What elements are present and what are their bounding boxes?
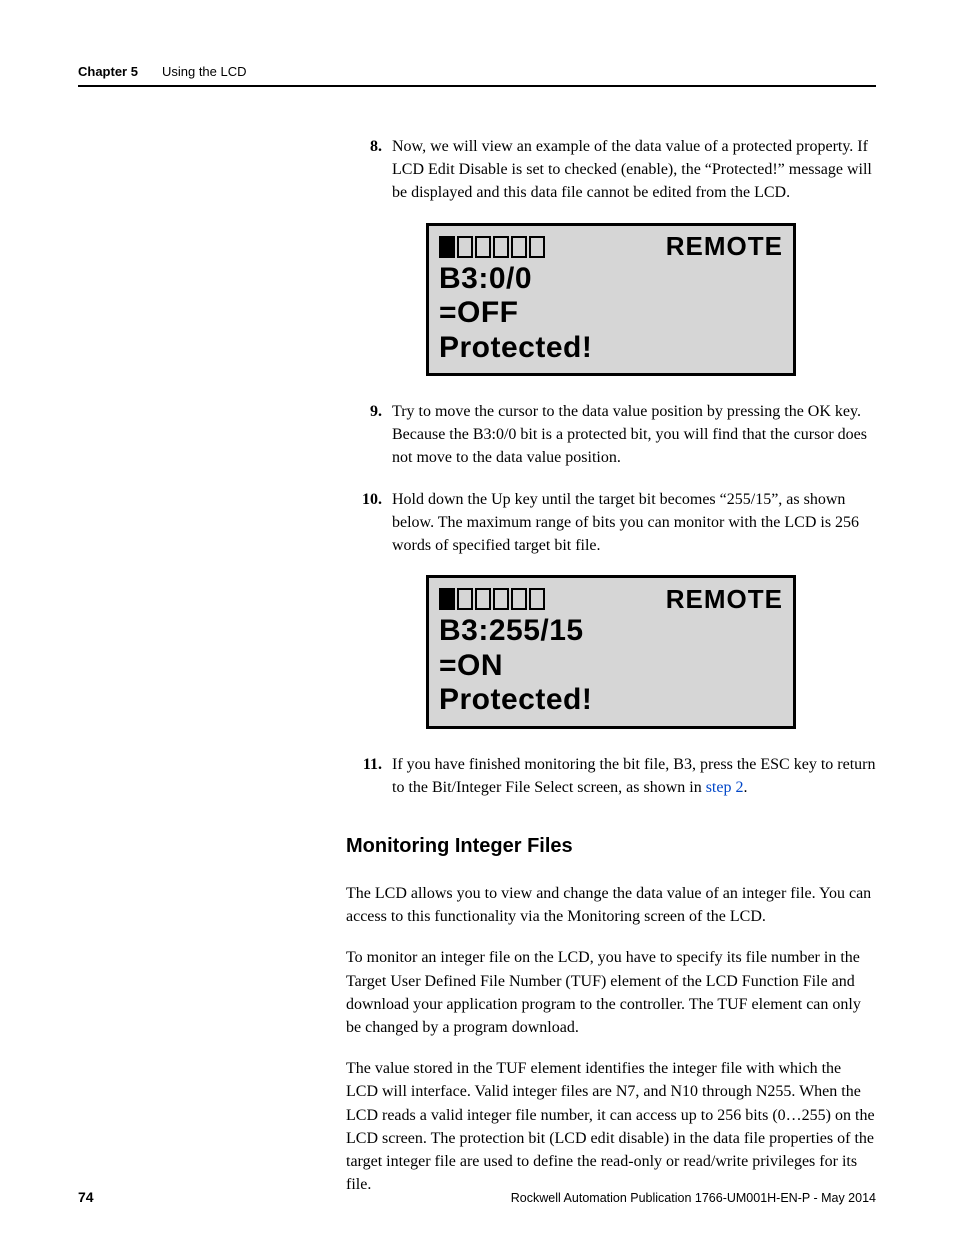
step-link[interactable]: step 2 — [706, 779, 744, 796]
battery-icon — [439, 588, 545, 610]
lcd-line-address: B3:255/15 — [439, 614, 783, 649]
battery-cell — [475, 588, 491, 610]
battery-cell — [511, 588, 527, 610]
step-list: 11. If you have finished monitoring the … — [346, 753, 876, 799]
battery-cell — [493, 236, 509, 258]
page-number: 74 — [78, 1189, 94, 1205]
battery-cell-filled — [439, 236, 455, 258]
body-paragraph: To monitor an integer file on the LCD, y… — [346, 946, 876, 1039]
battery-cell — [529, 236, 545, 258]
battery-icon — [439, 236, 545, 258]
running-header: Chapter 5 Using the LCD — [78, 64, 876, 87]
lcd-display: REMOTE B3:255/15 =ON Protected! — [426, 575, 796, 729]
battery-cell — [475, 236, 491, 258]
step-10: 10. Hold down the Up key until the targe… — [346, 488, 876, 558]
lcd-screenshot-2: REMOTE B3:255/15 =ON Protected! — [346, 575, 876, 729]
step-text: If you have finished monitoring the bit … — [392, 756, 875, 796]
step-8: 8. Now, we will view an example of the d… — [346, 135, 876, 205]
battery-cell-filled — [439, 588, 455, 610]
lcd-screenshot-1: REMOTE B3:0/0 =OFF Protected! — [346, 223, 876, 377]
body-paragraph: The value stored in the TUF element iden… — [346, 1057, 876, 1196]
step-text: Try to move the cursor to the data value… — [392, 403, 867, 466]
battery-cell — [457, 236, 473, 258]
lcd-line-status: Protected! — [439, 331, 783, 366]
page: Chapter 5 Using the LCD 8. Now, we will … — [0, 0, 954, 1235]
battery-cell — [457, 588, 473, 610]
main-column: 8. Now, we will view an example of the d… — [346, 135, 876, 1196]
chapter-label: Chapter 5 — [78, 64, 138, 79]
step-11: 11. If you have finished monitoring the … — [346, 753, 876, 799]
step-list: 9. Try to move the cursor to the data va… — [346, 400, 876, 557]
lcd-line-value: =ON — [439, 649, 783, 684]
lcd-line-address: B3:0/0 — [439, 262, 783, 297]
battery-cell — [511, 236, 527, 258]
step-list: 8. Now, we will view an example of the d… — [346, 135, 876, 205]
lcd-mode: REMOTE — [666, 584, 783, 615]
lcd-line-status: Protected! — [439, 683, 783, 718]
step-9: 9. Try to move the cursor to the data va… — [346, 400, 876, 470]
lcd-mode: REMOTE — [666, 231, 783, 262]
battery-cell — [529, 588, 545, 610]
lcd-status-row: REMOTE — [439, 232, 783, 262]
step-number: 9. — [346, 400, 382, 423]
lcd-status-row: REMOTE — [439, 584, 783, 614]
step-number: 8. — [346, 135, 382, 158]
step-text: Now, we will view an example of the data… — [392, 138, 872, 201]
battery-cell — [493, 588, 509, 610]
section-heading: Monitoring Integer Files — [346, 835, 876, 858]
publication-info: Rockwell Automation Publication 1766-UM0… — [511, 1191, 876, 1205]
chapter-title: Using the LCD — [162, 64, 247, 79]
body-paragraph: The LCD allows you to view and change th… — [346, 882, 876, 928]
step-number: 11. — [346, 753, 382, 776]
step-text: Hold down the Up key until the target bi… — [392, 491, 859, 554]
page-footer: 74 Rockwell Automation Publication 1766-… — [78, 1189, 876, 1205]
step-number: 10. — [346, 488, 382, 511]
lcd-line-value: =OFF — [439, 296, 783, 331]
lcd-display: REMOTE B3:0/0 =OFF Protected! — [426, 223, 796, 377]
